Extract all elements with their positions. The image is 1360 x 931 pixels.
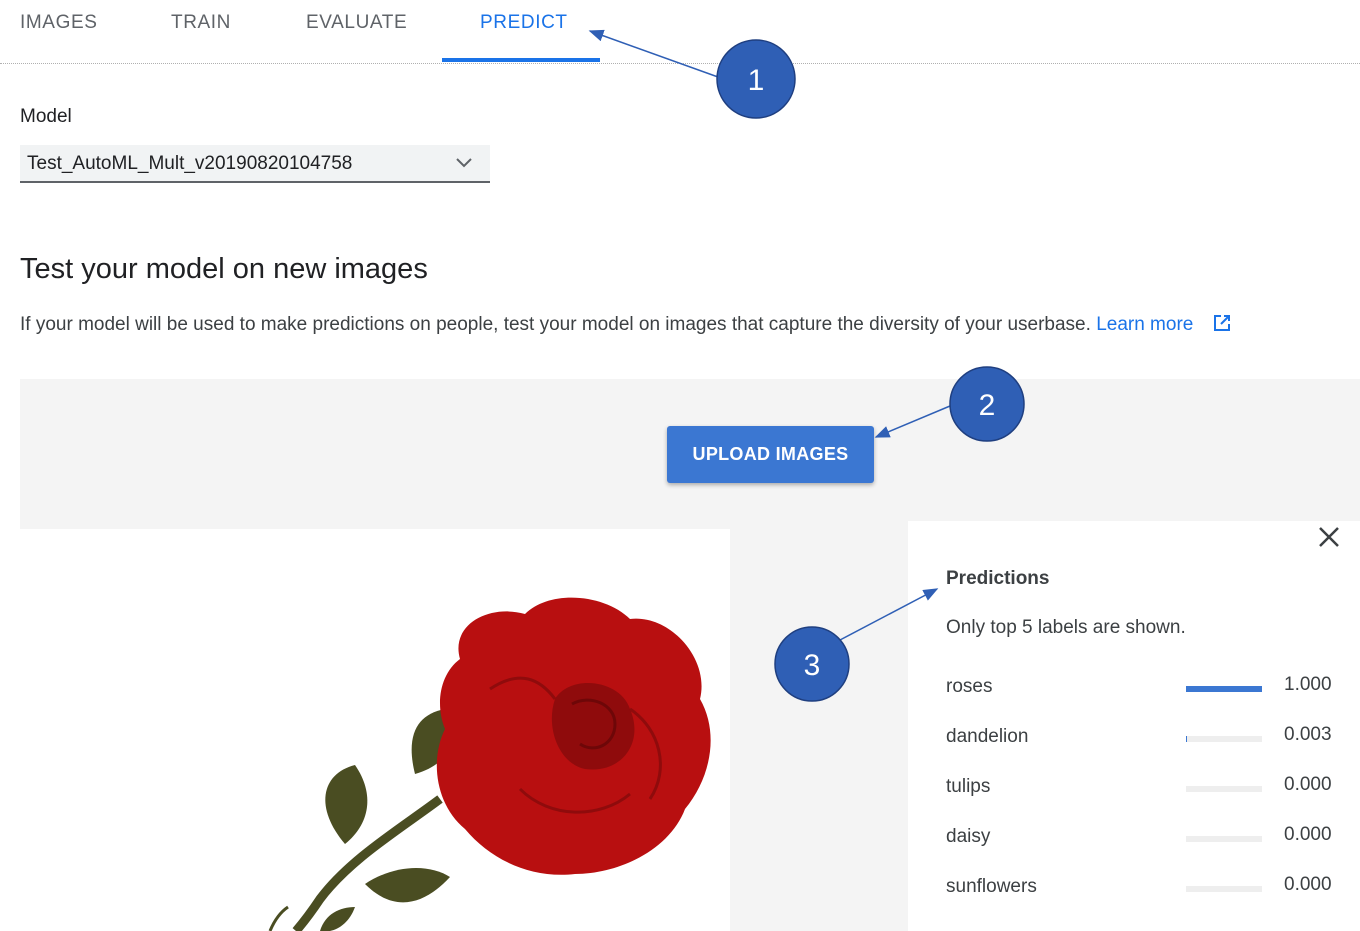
external-link-icon[interactable] [1213, 314, 1231, 332]
prediction-score: 1.000 [1284, 674, 1332, 695]
prediction-label: sunflowers [946, 876, 1037, 897]
upload-images-button[interactable]: UPLOAD IMAGES [667, 426, 874, 483]
prediction-score: 0.003 [1284, 724, 1332, 745]
prediction-score: 0.000 [1284, 874, 1332, 895]
prediction-row-sunflowers: sunflowers 0.000 [946, 874, 1346, 904]
tab-bar: IMAGES TRAIN EVALUATE PREDICT [0, 0, 1360, 64]
uploaded-image-preview [20, 529, 730, 931]
preview-gutter [730, 529, 908, 931]
prediction-score: 0.000 [1284, 774, 1332, 795]
model-label: Model [20, 106, 72, 127]
prediction-row-dandelion: dandelion 0.003 [946, 724, 1346, 754]
tab-images[interactable]: IMAGES [20, 12, 98, 34]
active-tab-indicator [442, 58, 600, 62]
prediction-bar [1186, 836, 1262, 842]
close-icon[interactable] [1317, 525, 1341, 549]
prediction-row-roses: roses 1.000 [946, 674, 1346, 704]
prediction-label: roses [946, 676, 993, 697]
learn-more-link[interactable]: Learn more [1096, 314, 1193, 335]
section-title: Test your model on new images [20, 253, 428, 285]
prediction-label: daisy [946, 826, 991, 847]
callout-1-number: 1 [748, 64, 765, 97]
model-select[interactable]: Test_AutoML_Mult_v20190820104758 [20, 145, 490, 183]
prediction-label: tulips [946, 776, 991, 797]
prediction-bar [1186, 786, 1262, 792]
predictions-note: Only top 5 labels are shown. [946, 617, 1186, 638]
section-description: If your model will be used to make predi… [20, 314, 1360, 336]
chevron-down-icon [456, 158, 472, 168]
prediction-row-daisy: daisy 0.000 [946, 824, 1346, 854]
rose-image [268, 597, 711, 931]
tab-train[interactable]: TRAIN [171, 12, 231, 34]
tab-predict[interactable]: PREDICT [480, 12, 568, 34]
model-select-value: Test_AutoML_Mult_v20190820104758 [27, 153, 353, 174]
prediction-row-tulips: tulips 0.000 [946, 774, 1346, 804]
prediction-bar-fill [1186, 686, 1262, 692]
prediction-label: dandelion [946, 726, 1029, 747]
prediction-bar [1186, 886, 1262, 892]
prediction-bar [1186, 686, 1262, 692]
description-text: If your model will be used to make predi… [20, 314, 1091, 335]
predictions-title: Predictions [946, 568, 1050, 589]
prediction-score: 0.000 [1284, 824, 1332, 845]
tab-evaluate[interactable]: EVALUATE [306, 12, 407, 34]
prediction-bar [1186, 736, 1262, 742]
